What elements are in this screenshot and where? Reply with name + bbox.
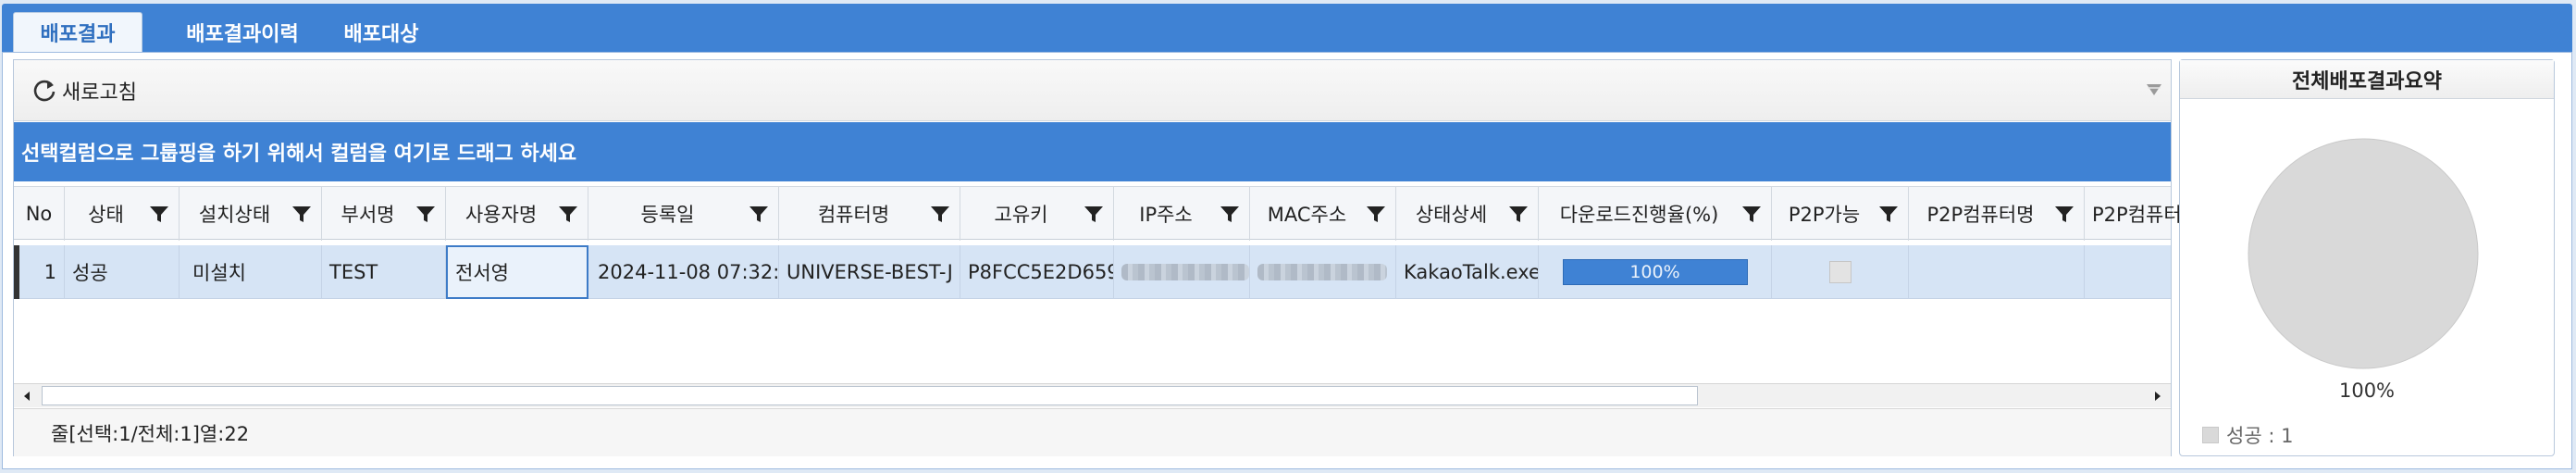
cell-no[interactable]: 1 bbox=[14, 245, 65, 299]
filter-icon[interactable] bbox=[2052, 202, 2076, 226]
legend-swatch bbox=[2202, 427, 2219, 443]
download-progress-bar: 100% bbox=[1562, 259, 1748, 285]
filter-icon[interactable] bbox=[414, 202, 438, 226]
filter-icon[interactable] bbox=[747, 202, 771, 226]
cell-status-detail[interactable]: KakaoTalk.exe bbox=[1396, 245, 1539, 299]
redacted-mac bbox=[1257, 264, 1387, 280]
cell-install-status[interactable]: 미설치 bbox=[180, 245, 322, 299]
summary-legend: 성공 : 1 bbox=[2202, 421, 2293, 449]
tab-deploy-target[interactable]: 배포대상 bbox=[326, 12, 437, 52]
cell-p2p-enabled[interactable] bbox=[1772, 245, 1909, 299]
cell-unique-key[interactable]: P8FCC5E2D659 bbox=[960, 245, 1114, 299]
grid-status-text: 줄[선택:1/전체:1]열:22 bbox=[51, 422, 250, 445]
filter-icon[interactable] bbox=[928, 202, 952, 226]
summary-panel: 전체배포결과요약 100% 성공 : 1 bbox=[2179, 59, 2555, 456]
filter-icon[interactable] bbox=[290, 202, 314, 226]
header-no[interactable]: No bbox=[14, 187, 65, 241]
filter-icon[interactable] bbox=[1506, 202, 1530, 226]
header-p2p-computer-2[interactable]: P2P컴퓨터 bbox=[2085, 187, 2182, 241]
cell-ip[interactable] bbox=[1114, 245, 1250, 299]
filter-icon[interactable] bbox=[556, 202, 580, 226]
p2p-checkbox[interactable] bbox=[1828, 261, 1852, 283]
summary-pie-chart bbox=[2248, 138, 2479, 369]
deployment-window: 배포결과 배포결과이력 배포대상 새로고침 선택컬럼으로 그룹핑을 하기 위해서… bbox=[0, 0, 2576, 473]
filter-icon[interactable] bbox=[1740, 202, 1764, 226]
filter-icon[interactable] bbox=[147, 202, 171, 226]
header-download-progress[interactable]: 다운로드진행율(%) bbox=[1539, 187, 1772, 241]
header-unique-key[interactable]: 고유키 bbox=[960, 187, 1114, 241]
grid-status-bar: 줄[선택:1/전체:1]열:22 bbox=[14, 408, 2171, 456]
arrow-right-icon bbox=[2155, 392, 2161, 401]
tab-deploy-history[interactable]: 배포결과이력 bbox=[150, 12, 335, 52]
pie-slice-success[interactable] bbox=[2248, 138, 2479, 369]
cell-download-progress[interactable]: 100% bbox=[1539, 245, 1772, 299]
header-computer[interactable]: 컴퓨터명 bbox=[779, 187, 960, 241]
table-row[interactable]: 1 성공 미설치 TEST 전서영 2024-11-08 07:32:10 UN… bbox=[14, 245, 2171, 299]
group-drop-hint: 선택컬럼으로 그룹핑을 하기 위해서 컬럼을 여기로 드래그 하세요 bbox=[21, 143, 577, 166]
filter-icon[interactable] bbox=[1082, 202, 1106, 226]
filter-icon[interactable] bbox=[1218, 202, 1242, 226]
cell-user[interactable]: 전서영 bbox=[446, 245, 588, 299]
tab-strip: 배포결과 배포결과이력 배포대상 bbox=[2, 4, 2572, 52]
horizontal-scrollbar[interactable] bbox=[14, 383, 2171, 407]
toolbar: 새로고침 bbox=[14, 60, 2171, 121]
cell-mac[interactable] bbox=[1250, 245, 1396, 299]
scroll-thumb[interactable] bbox=[42, 386, 1698, 405]
arrow-left-icon bbox=[24, 392, 30, 401]
progress-label: 100% bbox=[1629, 262, 1680, 282]
cell-registered[interactable]: 2024-11-08 07:32:10 bbox=[588, 245, 779, 299]
cell-status[interactable]: 성공 bbox=[65, 245, 180, 299]
header-status-detail[interactable]: 상태상세 bbox=[1396, 187, 1539, 241]
header-ip[interactable]: IP주소 bbox=[1114, 187, 1250, 241]
header-registered[interactable]: 등록일 bbox=[588, 187, 779, 241]
header-status[interactable]: 상태 bbox=[65, 187, 180, 241]
tab-deploy-result[interactable]: 배포결과 bbox=[13, 12, 142, 52]
grid-header: No 상태 설치상태 부서명 사용자명 등록일 컴퓨터명 고유키 IP주소 MA… bbox=[14, 186, 2182, 241]
pie-percent-label: 100% bbox=[2338, 380, 2396, 402]
header-p2p-computer[interactable]: P2P컴퓨터명 bbox=[1909, 187, 2085, 241]
cell-department[interactable]: TEST bbox=[322, 245, 446, 299]
toolbar-dropdown-icon[interactable] bbox=[2145, 81, 2163, 99]
redacted-ip bbox=[1121, 264, 1249, 280]
filter-icon[interactable] bbox=[1876, 202, 1901, 226]
refresh-button[interactable]: 새로고침 bbox=[31, 75, 137, 106]
legend-label: 성공 : 1 bbox=[2226, 425, 2294, 447]
header-department[interactable]: 부서명 bbox=[322, 187, 446, 241]
cell-computer[interactable]: UNIVERSE-BEST-J bbox=[779, 245, 960, 299]
result-grid-panel: 새로고침 선택컬럼으로 그룹핑을 하기 위해서 컬럼을 여기로 드래그 하세요 … bbox=[13, 59, 2182, 456]
filter-icon[interactable] bbox=[1364, 202, 1388, 226]
refresh-label: 새로고침 bbox=[62, 81, 137, 105]
header-user[interactable]: 사용자명 bbox=[446, 187, 588, 241]
header-p2p-enabled[interactable]: P2P가능 bbox=[1772, 187, 1909, 241]
header-mac[interactable]: MAC주소 bbox=[1250, 187, 1396, 241]
scroll-left-button[interactable] bbox=[14, 384, 40, 408]
header-install-status[interactable]: 설치상태 bbox=[180, 187, 322, 241]
cell-p2p-computer[interactable] bbox=[1909, 245, 2085, 299]
scroll-right-button[interactable] bbox=[2145, 384, 2171, 408]
refresh-icon bbox=[33, 80, 56, 102]
cell-p2p-computer-2[interactable] bbox=[2085, 245, 2171, 299]
summary-title: 전체배포결과요약 bbox=[2180, 60, 2554, 99]
group-drop-zone[interactable]: 선택컬럼으로 그룹핑을 하기 위해서 컬럼을 여기로 드래그 하세요 bbox=[14, 122, 2171, 181]
